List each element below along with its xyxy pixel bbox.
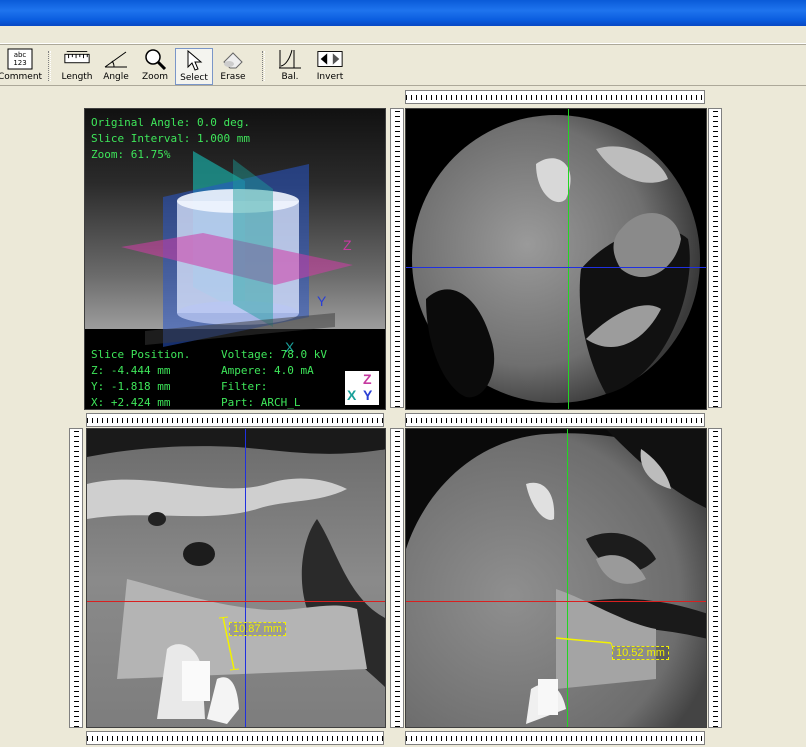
arrow-cursor-icon bbox=[180, 49, 208, 71]
balance-label: Bal. bbox=[281, 72, 299, 82]
coronal-view[interactable]: 10.52 mm bbox=[405, 428, 707, 728]
erase-label: Erase bbox=[220, 72, 246, 82]
menu-band bbox=[0, 26, 806, 44]
angle-icon bbox=[102, 48, 130, 70]
zoom-label: Zoom bbox=[142, 72, 168, 82]
z-position-text: Z: -4.444 mm bbox=[91, 364, 171, 377]
ampere-text: Ampere: 4.0 mA bbox=[221, 364, 314, 377]
axial-top-ruler bbox=[405, 90, 705, 104]
mini-axis-y: Y bbox=[363, 387, 373, 403]
axial-left-ruler bbox=[390, 108, 404, 408]
slice-position-text: Slice Position. bbox=[91, 348, 191, 361]
y-position-text: Y: -1.818 mm bbox=[91, 380, 171, 393]
x-position-text: X: +2.424 mm bbox=[91, 396, 171, 409]
title-bar bbox=[0, 0, 806, 26]
ruler-icon bbox=[63, 48, 91, 70]
toolbar-grip bbox=[48, 51, 51, 81]
zoom-button[interactable]: Zoom bbox=[137, 48, 173, 85]
axial-blue-crosshair[interactable] bbox=[406, 267, 706, 268]
sagittal-measurement-label[interactable]: 10.87 mm bbox=[229, 622, 286, 636]
invert-label: Invert bbox=[316, 72, 344, 82]
eraser-icon bbox=[219, 48, 247, 70]
mini-axis-x: X bbox=[347, 387, 357, 403]
coronal-right-ruler bbox=[708, 428, 722, 728]
axial-green-crosshair[interactable] bbox=[568, 109, 569, 409]
mini-axes-icon: Z X Y bbox=[345, 371, 379, 405]
length-button[interactable]: Length bbox=[58, 48, 96, 85]
select-label: Select bbox=[180, 73, 208, 83]
angle-label: Angle bbox=[103, 72, 129, 82]
original-angle-text: Original Angle: 0.0 deg. bbox=[91, 116, 250, 129]
slice-interval-text: Slice Interval: 1.000 mm bbox=[91, 132, 250, 145]
coronal-left-ruler bbox=[390, 428, 404, 728]
angle-button[interactable]: Angle bbox=[98, 48, 134, 85]
axial-view[interactable] bbox=[405, 108, 707, 410]
zoom-text: Zoom: 61.75% bbox=[91, 148, 171, 161]
comment-button[interactable]: abc 123 Comment bbox=[0, 48, 42, 85]
filter-text: Filter: bbox=[221, 380, 268, 393]
toolbar: abc 123 Comment Length Angle Zoom Select bbox=[0, 44, 806, 86]
svg-text:abc: abc bbox=[14, 51, 27, 59]
sagittal-view[interactable]: 10.87 mm bbox=[86, 428, 386, 728]
comment-label: Comment bbox=[0, 72, 43, 82]
sagittal-measure-line[interactable] bbox=[87, 429, 386, 728]
axial-right-ruler bbox=[708, 108, 722, 408]
svg-text:123: 123 bbox=[13, 59, 26, 67]
voltage-text: Voltage: 78.0 kV bbox=[221, 348, 327, 361]
sagittal-bottom-ruler bbox=[86, 731, 384, 745]
balance-button[interactable]: Bal. bbox=[273, 48, 307, 85]
magnifier-icon bbox=[141, 48, 169, 70]
invert-button[interactable]: Invert bbox=[311, 48, 349, 85]
coronal-measurement-label[interactable]: 10.52 mm bbox=[612, 646, 669, 660]
erase-button[interactable]: Erase bbox=[216, 48, 250, 85]
info-panel: Original Angle: 0.0 deg. Slice Interval:… bbox=[84, 108, 386, 410]
invert-icon bbox=[316, 48, 344, 70]
sagittal-left-ruler bbox=[69, 428, 83, 728]
toolbar-grip bbox=[262, 51, 265, 81]
part-text: Part: ARCH_L bbox=[221, 396, 301, 409]
comment-icon: abc 123 bbox=[6, 48, 34, 70]
coronal-bottom-ruler bbox=[405, 731, 705, 745]
axis-z-label: Z bbox=[343, 237, 352, 253]
length-label: Length bbox=[61, 72, 93, 82]
select-button[interactable]: Select bbox=[175, 48, 213, 85]
coronal-measure-line[interactable] bbox=[406, 429, 707, 728]
axial-ct-image bbox=[412, 115, 700, 403]
balance-icon bbox=[276, 48, 304, 70]
axis-y-label: Y bbox=[317, 293, 327, 309]
sagittal-top-ruler bbox=[86, 413, 384, 427]
mini-axis-z: Z bbox=[363, 371, 372, 387]
coronal-top-ruler bbox=[405, 413, 705, 427]
